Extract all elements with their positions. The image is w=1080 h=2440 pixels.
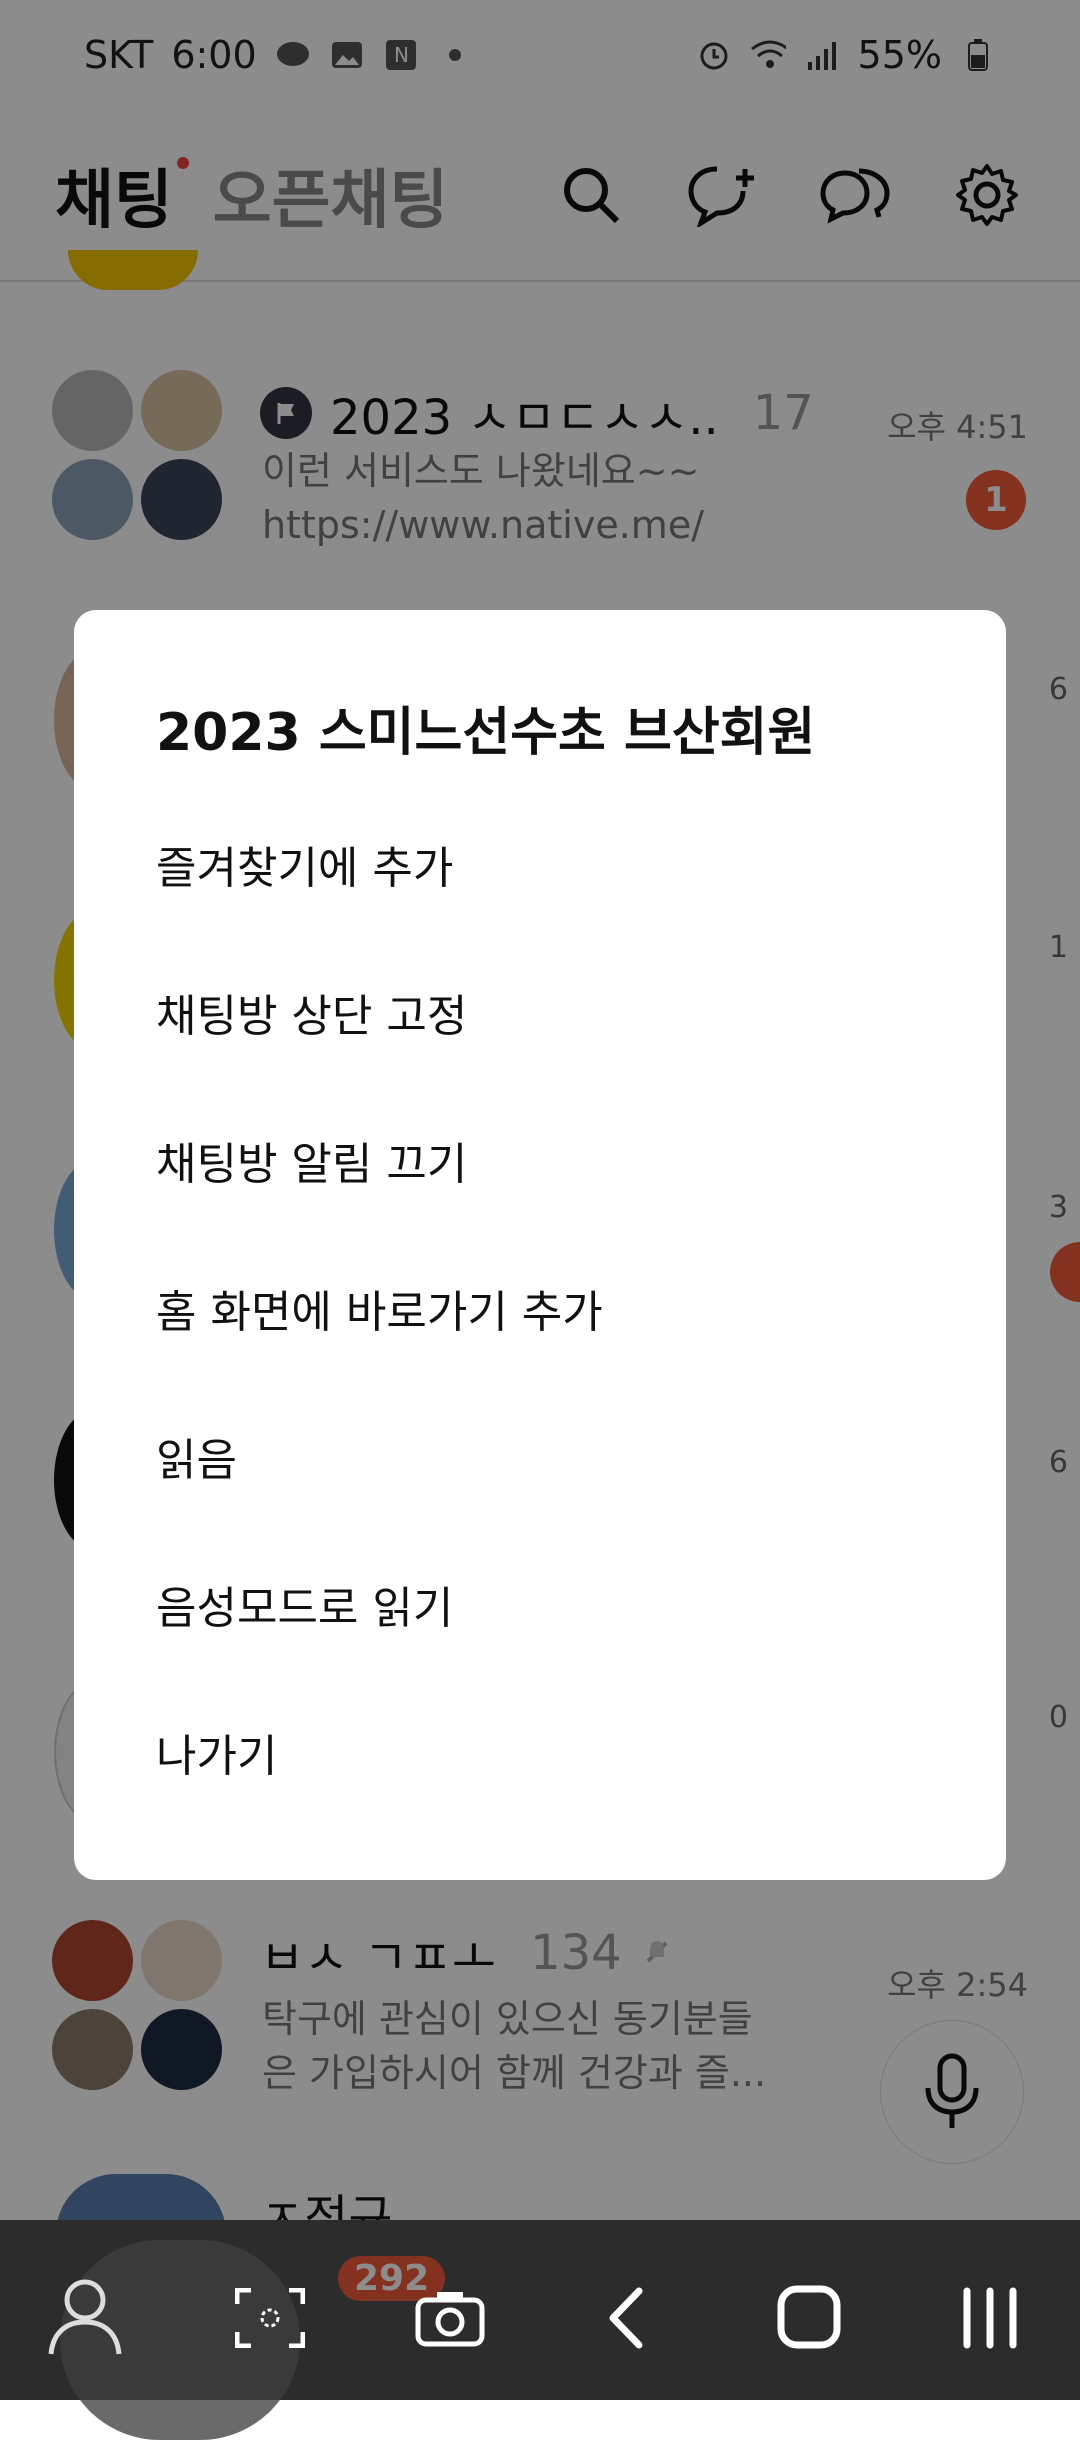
home-button[interactable] [760, 2268, 860, 2368]
menu-item-add-home-shortcut[interactable]: 홈 화면에 바로가기 추가 [74, 1234, 1006, 1382]
home-icon [777, 2285, 841, 2349]
menu-item-pin-top[interactable]: 채팅방 상단 고정 [74, 938, 1006, 1086]
menu-item-mute-notifications[interactable]: 채팅방 알림 끄기 [74, 1086, 1006, 1234]
menu-item-add-favorite[interactable]: 즐겨찾기에 추가 [74, 790, 1006, 938]
back-button[interactable] [580, 2268, 680, 2368]
recents-button[interactable] [940, 2268, 1040, 2368]
person-button[interactable] [40, 2268, 140, 2368]
scan-button[interactable] [220, 2268, 320, 2368]
camera-button[interactable] [400, 2268, 500, 2368]
menu-item-leave[interactable]: 나가기 [74, 1678, 1006, 1826]
person-icon [48, 2279, 122, 2355]
menu-item-mark-read[interactable]: 읽음 [74, 1382, 1006, 1530]
back-icon [609, 2287, 643, 2349]
scan-icon [235, 2288, 305, 2348]
options-menu: 즐겨찾기에 추가 채팅방 상단 고정 채팅방 알림 끄기 홈 화면에 바로가기 … [74, 790, 1006, 1826]
recents-icon [963, 2287, 1017, 2349]
chat-options-dialog: 2023 스미느선수초 브산회원 즐겨찾기에 추가 채팅방 상단 고정 채팅방 … [74, 610, 1006, 1880]
camera-icon [415, 2292, 485, 2347]
system-nav-bar [0, 2236, 1080, 2400]
dialog-title: 2023 스미느선수초 브산회원 [156, 703, 816, 763]
menu-item-voice-read[interactable]: 음성모드로 읽기 [74, 1530, 1006, 1678]
